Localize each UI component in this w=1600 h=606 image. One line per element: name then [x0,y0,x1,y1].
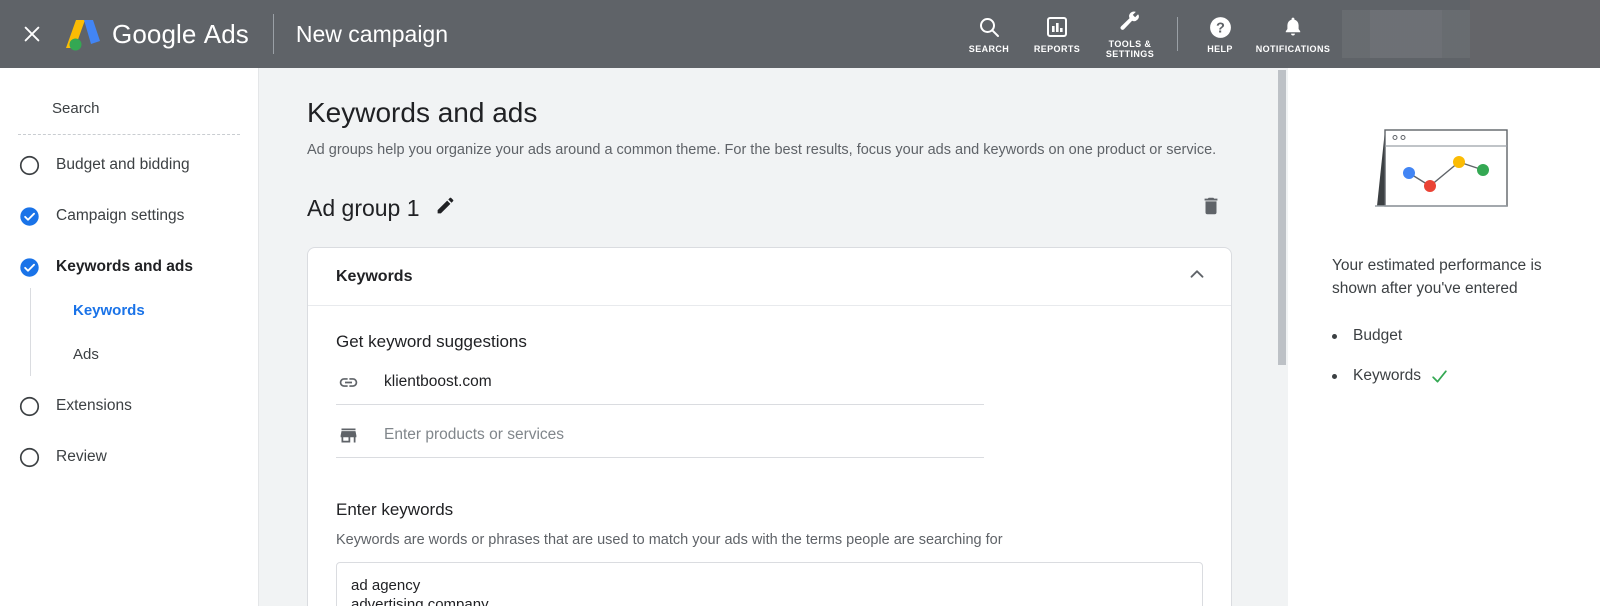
sidebar-item-label: Budget and bidding [56,156,190,173]
sidebar-item-search[interactable]: Search [0,94,258,122]
website-url-field[interactable]: klientboost.com [336,360,984,405]
keywords-card: Keywords Get keyword suggestions klientb… [307,247,1232,606]
keyword-line: advertising company [351,596,489,606]
main-scrollbar-thumb[interactable] [1278,70,1286,365]
sidebar-item-budget-and-bidding[interactable]: Budget and bidding [0,144,258,186]
help-button[interactable]: ? HELP [1186,0,1254,68]
page-description: Ad groups help you organize your ads aro… [307,142,1217,158]
sidebar-search-label: Search [52,99,100,117]
top-app-bar: Google Ads New campaign SEARCH REPORTS T… [0,0,1600,68]
requirement-keywords: Keywords [1332,356,1554,396]
close-icon [21,23,43,45]
account-avatar-region[interactable] [1470,0,1600,68]
radio-empty-icon [18,446,40,468]
website-url-value: klientboost.com [384,373,492,390]
page-title: Keywords and ads [307,97,538,128]
trash-icon [1200,195,1222,222]
keywords-card-body: Get keyword suggestions klientboost.com [308,306,1231,606]
main-scroll-region: Keywords and ads Ad groups help you orga… [258,68,1288,606]
keyword-line: ad agency [351,577,421,594]
radio-empty-icon [18,395,40,417]
search-button-label: SEARCH [968,44,1010,54]
main-content: Keywords and ads Ad groups help you orga… [259,68,1288,606]
campaign-title: New campaign [295,20,449,47]
radio-empty-icon [18,154,40,176]
wrench-icon [1118,9,1142,35]
performance-chart-illustration [1373,124,1513,212]
sidebar-item-keywords-and-ads[interactable]: Keywords and ads [0,246,258,288]
main-scrollbar[interactable] [1276,68,1288,606]
sidebar-subitem-ads[interactable]: Ads [31,332,258,376]
help-question-circle-icon: ? [1208,14,1233,40]
help-button-label: HELP [1207,44,1233,54]
sidebar-item-extensions[interactable]: Extensions [0,385,258,427]
reports-bar-chart-icon [1045,14,1069,40]
estimated-performance-panel: Your estimated performance is shown afte… [1288,68,1600,606]
sidebar-item-review[interactable]: Review [0,436,258,478]
notifications-button-label: NOTIFICATIONS [1255,44,1331,54]
check-circle-icon [18,256,40,278]
close-button[interactable] [10,12,54,56]
pencil-icon [435,195,456,221]
edit-ad-group-button[interactable] [434,196,458,220]
requirement-label: Keywords [1353,367,1422,384]
enter-keywords-subtitle: Keywords are words or phrases that are u… [336,532,1003,548]
delete-ad-group-button[interactable] [1198,195,1224,221]
check-circle-icon [18,205,40,227]
page-body: Search Budget and bidding Campaign setti… [0,68,1600,606]
ad-group-header: Ad group 1 [307,191,1236,225]
estimated-performance-text: Your estimated performance is shown afte… [1332,257,1542,297]
search-icon [977,14,1001,40]
keywords-card-title: Keywords [336,267,413,285]
account-info-redacted[interactable] [1342,10,1470,58]
campaign-steps-sidebar: Search Budget and bidding Campaign setti… [0,68,258,606]
notifications-button[interactable]: NOTIFICATIONS [1254,0,1332,68]
svg-text:?: ? [1216,20,1225,36]
reports-button[interactable]: REPORTS [1023,0,1091,68]
estimated-performance-requirements: Budget Keywords [1332,316,1554,396]
topbar-actions: SEARCH REPORTS TOOLS & SETTINGS ? HELP N… [955,0,1600,68]
chevron-up-icon [1186,263,1208,290]
requirement-budget: Budget [1332,316,1554,356]
brand-google-text: Google [112,18,197,49]
keywords-textarea[interactable]: ad agency advertising company marketing … [336,562,1203,606]
tools-settings-button[interactable]: TOOLS & SETTINGS [1091,0,1169,68]
keywords-card-header[interactable]: Keywords [308,248,1231,306]
google-ads-brand[interactable]: Google Ads [62,14,249,54]
topbar-divider [272,14,274,54]
search-button[interactable]: SEARCH [955,0,1023,68]
keyword-suggestions-title: Get keyword suggestions [336,332,527,351]
storefront-icon [336,423,360,447]
bell-icon [1281,14,1305,40]
sidebar-divider [18,134,240,135]
sidebar-subitems: Keywords Ads [30,288,258,376]
sidebar-item-label: Extensions [56,397,132,414]
collapse-keywords-card-button[interactable] [1185,265,1209,289]
bullet-icon [1332,333,1337,339]
sidebar-item-label: Campaign settings [56,207,185,224]
link-icon [336,370,360,394]
reports-button-label: REPORTS [1033,44,1081,54]
sidebar-item-label: Keywords and ads [56,258,193,275]
sidebar-subitem-keywords[interactable]: Keywords [31,288,258,332]
requirement-label: Budget [1353,327,1403,344]
topbar-actions-divider [1177,17,1178,51]
bullet-icon [1332,373,1337,379]
sidebar-item-campaign-settings[interactable]: Campaign settings [0,195,258,237]
google-ads-new-campaign-page: Google Ads New campaign SEARCH REPORTS T… [0,0,1600,606]
products-services-placeholder: Enter products or services [384,426,565,443]
tools-settings-button-label: TOOLS & SETTINGS [1105,39,1155,59]
ad-group-name: Ad group 1 [307,194,420,221]
sidebar-item-label: Review [56,448,107,465]
brand-ads-text: Ads [203,18,249,49]
google-ads-logo-icon [62,14,104,54]
enter-keywords-title: Enter keywords [336,500,454,519]
products-services-field[interactable]: Enter products or services [336,413,984,458]
check-icon [1430,367,1449,386]
